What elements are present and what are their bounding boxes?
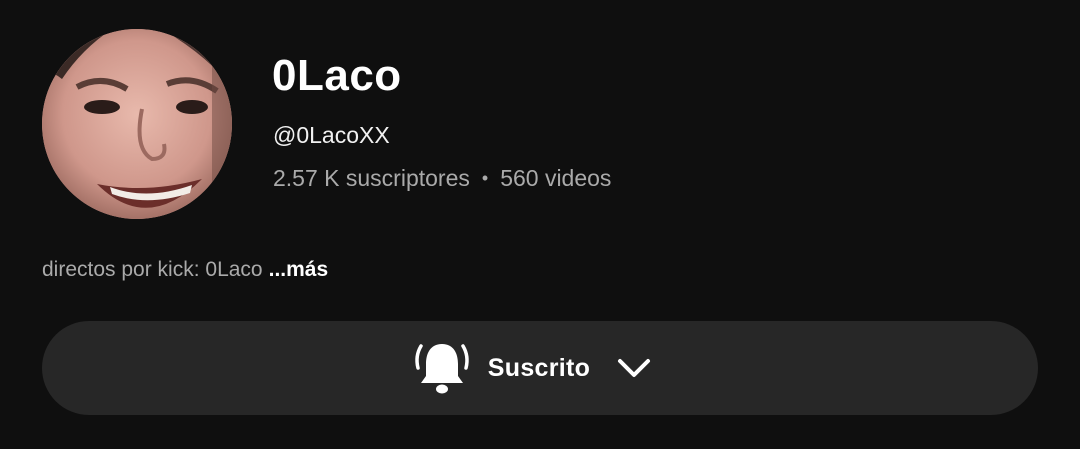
channel-description[interactable]: directos por kick: 0Laco ...más: [42, 255, 328, 285]
video-count: 560 videos: [500, 165, 612, 191]
channel-name: 0Laco: [272, 51, 402, 100]
chevron-down-icon: [618, 359, 651, 377]
subscribed-button[interactable]: Suscrito: [42, 321, 1038, 415]
description-text: directos por kick: 0Laco: [42, 258, 263, 281]
bell-ringing-icon: [415, 344, 469, 394]
channel-stats: 2.57 K suscriptores • 560 videos: [273, 163, 611, 193]
channel-handle: @0LacoXX: [273, 122, 390, 148]
subscribed-label: Suscrito: [487, 353, 591, 382]
channel-avatar[interactable]: [42, 29, 232, 219]
stats-separator: •: [481, 168, 489, 188]
more-link[interactable]: ...más: [269, 258, 329, 281]
avatar-photo: [42, 29, 232, 219]
subscriber-count: 2.57 K suscriptores: [273, 165, 470, 191]
